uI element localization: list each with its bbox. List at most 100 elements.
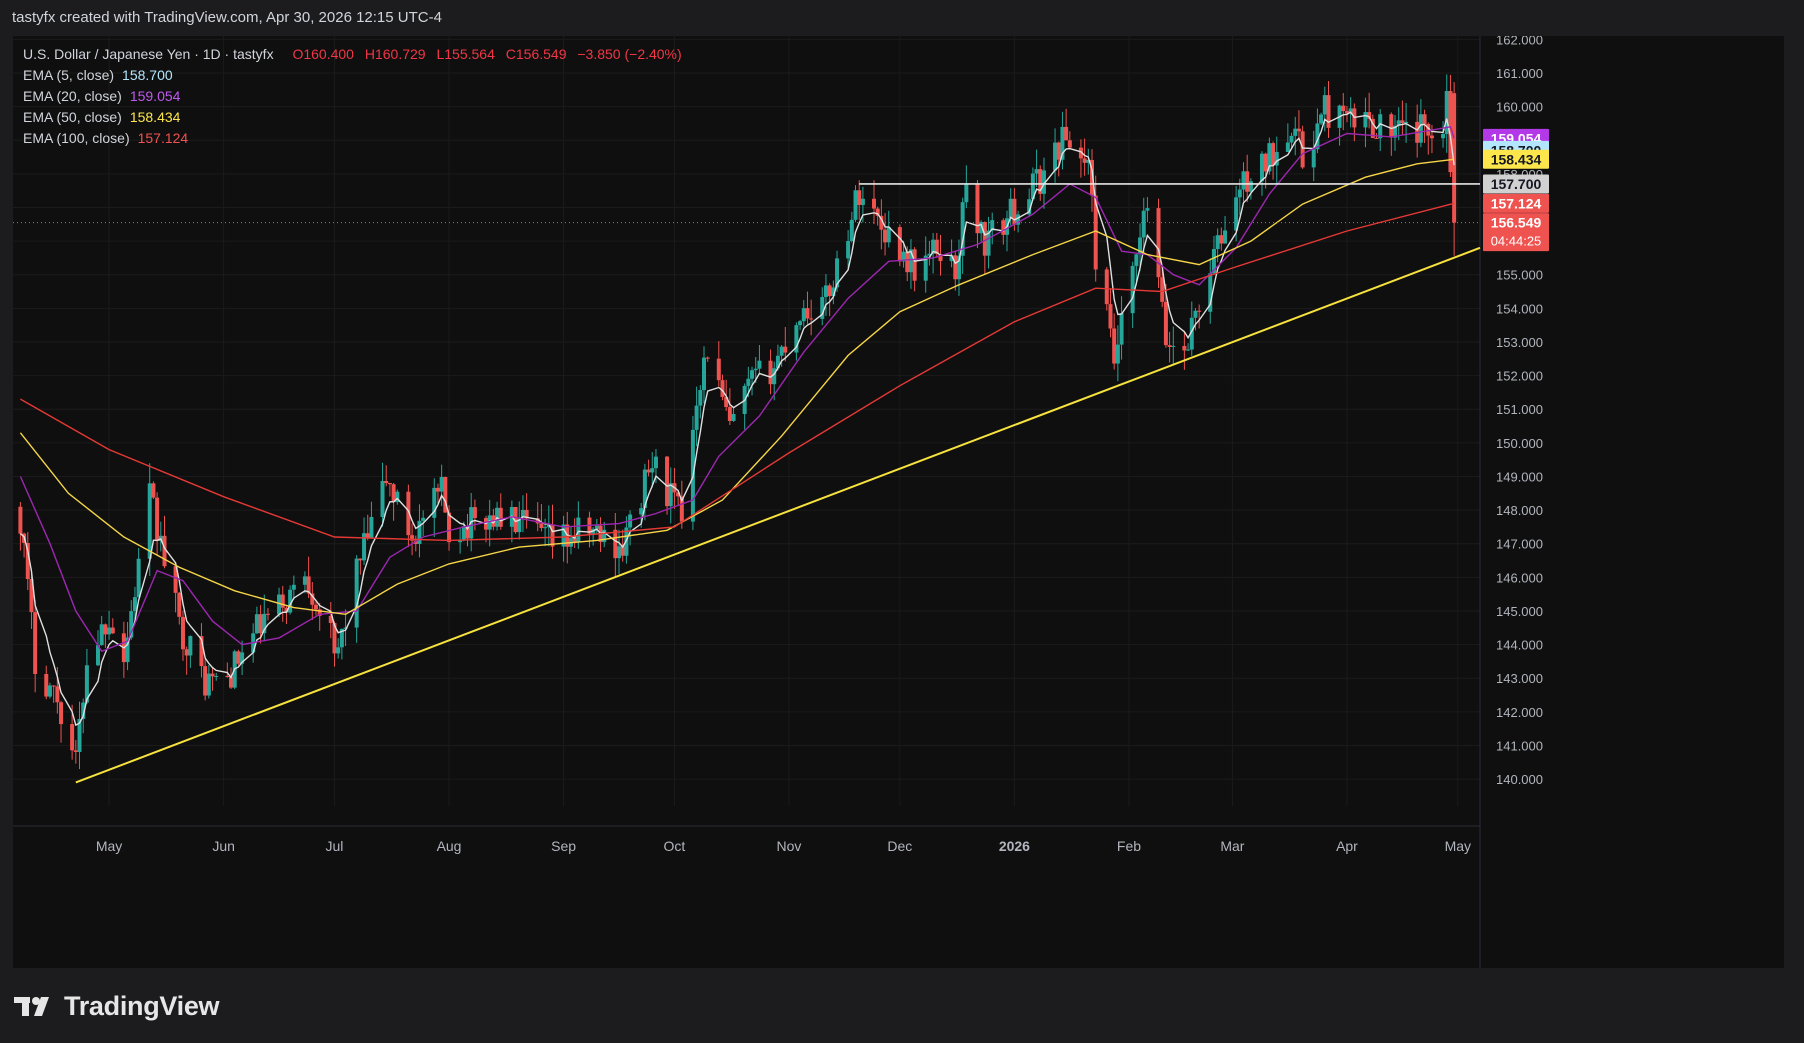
candle-body xyxy=(1293,128,1298,136)
candle-body xyxy=(705,357,710,359)
candle xyxy=(362,517,367,565)
candle-body xyxy=(387,483,392,485)
price-chart[interactable]: 140.000 141.000 142.000 143.000 144.000 145.0… xyxy=(13,36,1784,968)
candle-body xyxy=(1263,153,1268,172)
candle xyxy=(857,180,862,220)
candle-body xyxy=(180,616,185,650)
candle xyxy=(384,465,389,487)
tradingview-logo-icon xyxy=(14,997,49,1016)
candle xyxy=(1296,110,1301,141)
candle-body xyxy=(1259,153,1264,182)
legend-ohlc: O160.400 H160.729 L155.564 C156.549 −3.8… xyxy=(285,46,681,62)
candle xyxy=(184,646,189,675)
legend-change: −3.850 (−2.40%) xyxy=(577,46,682,62)
candle-body xyxy=(905,251,910,273)
candle-body xyxy=(1289,135,1294,143)
candle xyxy=(1186,343,1191,352)
candle-body xyxy=(472,507,477,519)
candle-body xyxy=(883,229,888,243)
y-tick-label: 154.000 xyxy=(1496,301,1543,316)
y-tick-label: 151.000 xyxy=(1496,402,1543,417)
candle-body xyxy=(1104,269,1109,305)
candle-body xyxy=(809,318,814,320)
candle xyxy=(265,608,270,621)
candle xyxy=(310,582,315,621)
candle-body xyxy=(1008,198,1013,219)
candle-body xyxy=(1119,313,1124,345)
candle-body xyxy=(155,497,160,541)
candle-body xyxy=(107,627,112,635)
trendline xyxy=(75,246,1481,784)
candle xyxy=(698,385,703,419)
candle xyxy=(1208,258,1213,324)
candle xyxy=(1115,325,1120,382)
candle xyxy=(302,571,307,594)
legend-symbol: U.S. Dollar / Japanese Yen · 1D · tastyf… xyxy=(23,46,274,62)
candle-body xyxy=(853,190,858,220)
legend-symbol-row[interactable]: U.S. Dollar / Japanese Yen · 1D · tastyf… xyxy=(23,44,682,65)
candle xyxy=(731,407,736,422)
x-tick-label: Oct xyxy=(664,838,686,854)
legend-ema100-row[interactable]: EMA (100, close) 157.124 xyxy=(23,128,682,149)
candle xyxy=(1182,330,1187,370)
candle xyxy=(879,199,884,250)
candle-body xyxy=(871,198,876,209)
candle xyxy=(565,511,570,564)
candle xyxy=(1167,331,1172,363)
candle xyxy=(1285,123,1290,152)
candle-body xyxy=(613,529,618,559)
price-axis-label: 156.549 04:44:25 xyxy=(1483,213,1549,252)
candle xyxy=(646,459,651,477)
candle-body xyxy=(1400,120,1405,124)
candle-body xyxy=(447,512,452,543)
candle-body xyxy=(1056,142,1061,160)
candle-body xyxy=(421,517,426,521)
candle-body xyxy=(617,546,622,559)
candle-body xyxy=(698,390,703,406)
candle xyxy=(1053,128,1058,183)
legend-ema5-label: EMA (5, close) xyxy=(23,67,115,83)
candle xyxy=(99,615,104,646)
candle xyxy=(1034,149,1039,187)
legend-ema50-row[interactable]: EMA (50, close) 158.434 xyxy=(23,107,682,128)
candle-body xyxy=(132,597,137,612)
candle-body xyxy=(1363,112,1368,128)
candle-body xyxy=(768,360,773,385)
x-tick-label: Feb xyxy=(1117,838,1141,854)
candle xyxy=(291,575,296,600)
candle xyxy=(121,621,126,678)
candle-body xyxy=(801,308,806,322)
candle-body xyxy=(184,649,189,656)
candle-body xyxy=(1248,181,1253,192)
candle-body xyxy=(214,675,219,677)
footer-brand-text: TradingView xyxy=(64,990,220,1021)
chart-legend: U.S. Dollar / Japanese Yen · 1D · tastyf… xyxy=(23,44,682,149)
candle xyxy=(742,383,747,430)
candle-body xyxy=(805,308,810,319)
candle-body xyxy=(753,368,758,371)
candle xyxy=(1078,139,1083,178)
candle xyxy=(986,216,991,269)
candle xyxy=(598,517,603,553)
x-tick-label: Nov xyxy=(777,838,802,854)
candle xyxy=(927,240,932,266)
line-ema5 xyxy=(19,111,1455,727)
price-axis-label: 158.434 xyxy=(1483,149,1549,169)
legend-ema5-row[interactable]: EMA (5, close) 158.700 xyxy=(23,65,682,86)
candle xyxy=(979,220,984,242)
candle xyxy=(206,664,211,699)
legend-ema20-row[interactable]: EMA (20, close) 159.054 xyxy=(23,86,682,107)
legend-high: H160.729 xyxy=(364,46,426,62)
candle xyxy=(535,502,540,532)
chart-area[interactable]: 140.000 141.000 142.000 143.000 144.000 145.0… xyxy=(13,36,1784,968)
price-axis-label: 157.124 xyxy=(1483,193,1549,213)
y-tick-label: 149.000 xyxy=(1496,469,1543,484)
candle-body xyxy=(258,614,263,634)
candle-body xyxy=(543,527,548,529)
candle xyxy=(956,239,961,296)
candle xyxy=(158,521,163,552)
candle-body xyxy=(177,592,182,617)
candle xyxy=(853,185,858,223)
footer-brand[interactable]: TradingView xyxy=(14,988,220,1024)
candle-body xyxy=(70,724,75,751)
